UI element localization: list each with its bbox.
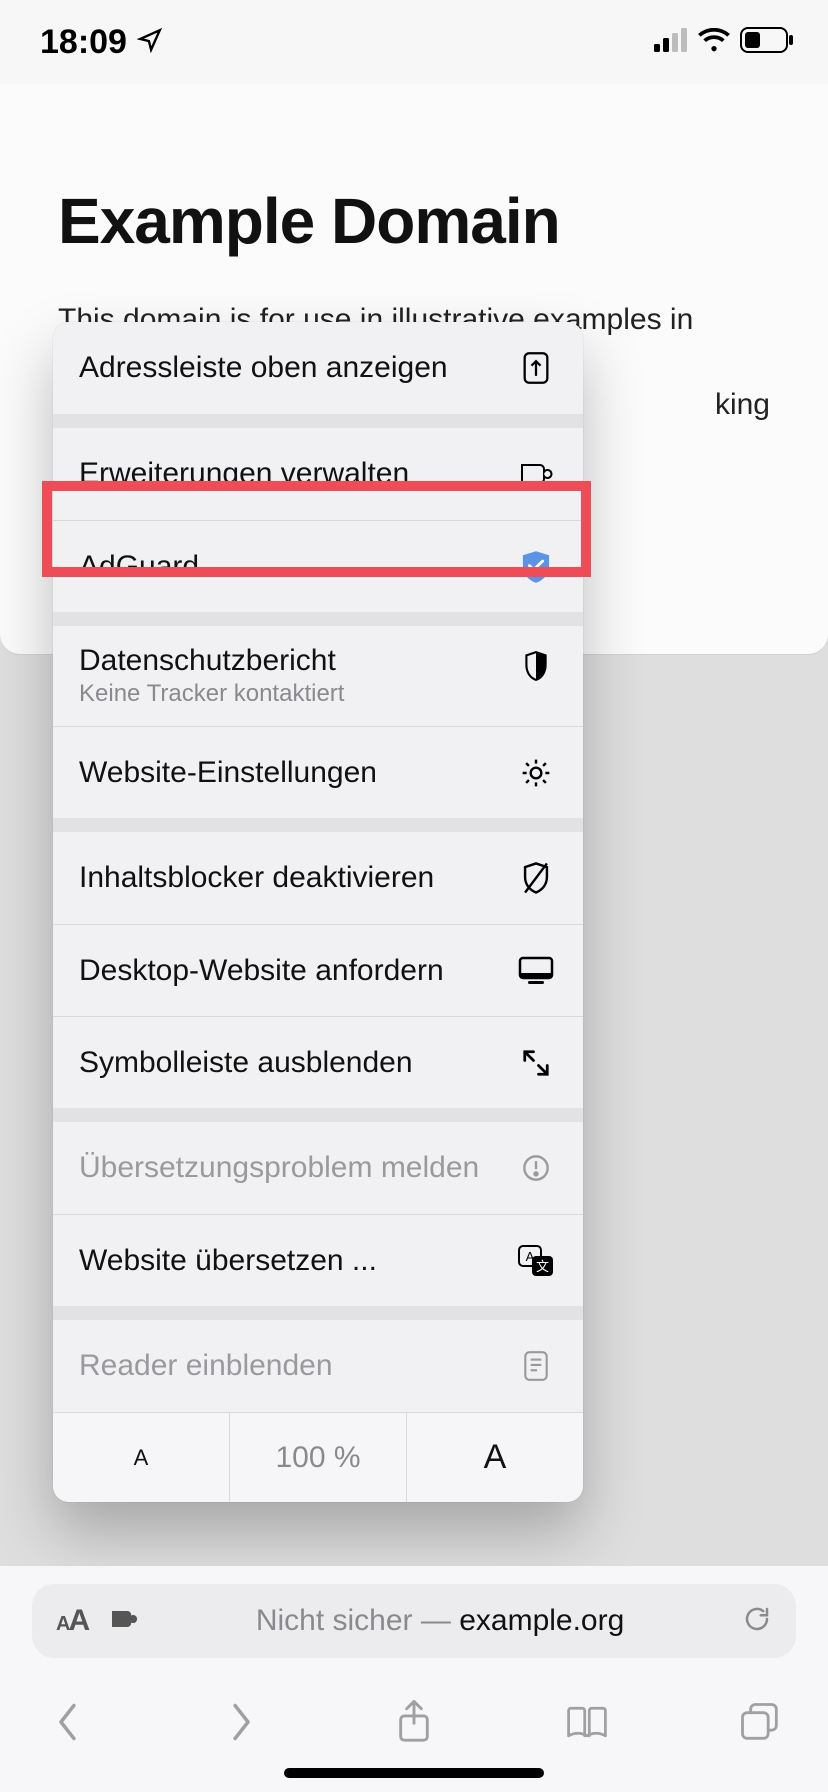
menu-label: Desktop-Website anfordern — [79, 954, 515, 988]
menu-item-show-reader: Reader einblenden — [53, 1320, 583, 1412]
menu-sublabel: Keine Tracker kontaktiert — [79, 680, 515, 708]
bottom-toolbar — [32, 1658, 796, 1752]
reload-icon[interactable] — [742, 1604, 772, 1639]
cellular-icon — [654, 28, 688, 57]
menu-item-report-translation: Übersetzungsproblem melden — [53, 1122, 583, 1214]
arrow-top-rect-icon — [515, 351, 557, 385]
menu-label: Erweiterungen verwalten — [79, 457, 515, 491]
menu-label: Datenschutzbericht — [79, 644, 515, 678]
menu-item-translate[interactable]: Website übersetzen ... A文 — [53, 1214, 583, 1306]
translate-icon: A文 — [515, 1245, 557, 1277]
aa-menu-popover: Adressleiste oben anzeigen Erweiterungen… — [53, 322, 583, 1502]
aa-button[interactable]: AA — [56, 1604, 90, 1638]
url-text: Nicht sicher — example.org — [158, 1604, 722, 1638]
wifi-icon — [698, 28, 730, 57]
menu-item-address-bar-top[interactable]: Adressleiste oben anzeigen — [53, 322, 583, 414]
menu-label: Website-Einstellungen — [79, 756, 515, 790]
shield-half-icon — [515, 650, 557, 682]
svg-text:文: 文 — [536, 1259, 549, 1274]
menu-item-adguard[interactable]: AdGuard — [53, 520, 583, 612]
zoom-level[interactable]: 100 % — [230, 1413, 407, 1502]
bookmarks-button[interactable] — [557, 1692, 617, 1752]
menu-label: Website übersetzen ... — [79, 1244, 515, 1278]
location-icon — [137, 23, 163, 62]
menu-label: Adressleiste oben anzeigen — [79, 351, 515, 385]
menu-item-privacy-report[interactable]: Datenschutzbericht Keine Tracker kontakt… — [53, 626, 583, 726]
menu-item-hide-toolbar[interactable]: Symbolleiste ausblenden — [53, 1016, 583, 1108]
menu-item-disable-content-blockers[interactable]: Inhaltsblocker deaktivieren — [53, 832, 583, 924]
exclamation-circle-icon — [515, 1154, 557, 1182]
menu-label: Reader einblenden — [79, 1349, 515, 1383]
shield-slash-icon — [515, 861, 557, 895]
url-domain: example.org — [459, 1604, 624, 1637]
status-right — [654, 27, 794, 58]
menu-label: AdGuard — [79, 550, 515, 584]
menu-label: Übersetzungsproblem melden — [79, 1151, 515, 1185]
status-time: 18:09 — [40, 23, 127, 62]
battery-icon — [740, 27, 794, 58]
page-title: Example Domain — [58, 184, 770, 258]
home-indicator — [284, 1768, 544, 1778]
menu-item-website-settings[interactable]: Website-Einstellungen — [53, 726, 583, 818]
document-lines-icon — [515, 1350, 557, 1382]
zoom-in-button[interactable]: A — [407, 1413, 583, 1502]
menu-label: Inhaltsblocker deaktivieren — [79, 861, 515, 895]
extension-indicator-icon[interactable] — [110, 1607, 138, 1636]
bottom-bar: AA Nicht sicher — example.org — [0, 1566, 828, 1792]
tabs-button[interactable] — [730, 1692, 790, 1752]
share-button[interactable] — [384, 1692, 444, 1752]
status-bar: 18:09 — [0, 0, 828, 84]
address-bar[interactable]: AA Nicht sicher — example.org — [32, 1584, 796, 1658]
menu-label: Symbolleiste ausblenden — [79, 1046, 515, 1080]
puzzle-icon — [515, 459, 557, 489]
zoom-out-button[interactable]: A — [53, 1413, 230, 1502]
desktop-icon — [515, 956, 557, 986]
arrows-expand-icon — [515, 1048, 557, 1078]
gear-icon — [515, 757, 557, 789]
url-prefix: Nicht sicher — — [256, 1604, 459, 1637]
menu-item-request-desktop[interactable]: Desktop-Website anfordern — [53, 924, 583, 1016]
shield-check-icon — [515, 550, 557, 584]
forward-button[interactable] — [211, 1692, 271, 1752]
back-button[interactable] — [38, 1692, 98, 1752]
menu-item-manage-extensions[interactable]: Erweiterungen verwalten — [53, 428, 583, 520]
zoom-row: A 100 % A — [53, 1412, 583, 1502]
